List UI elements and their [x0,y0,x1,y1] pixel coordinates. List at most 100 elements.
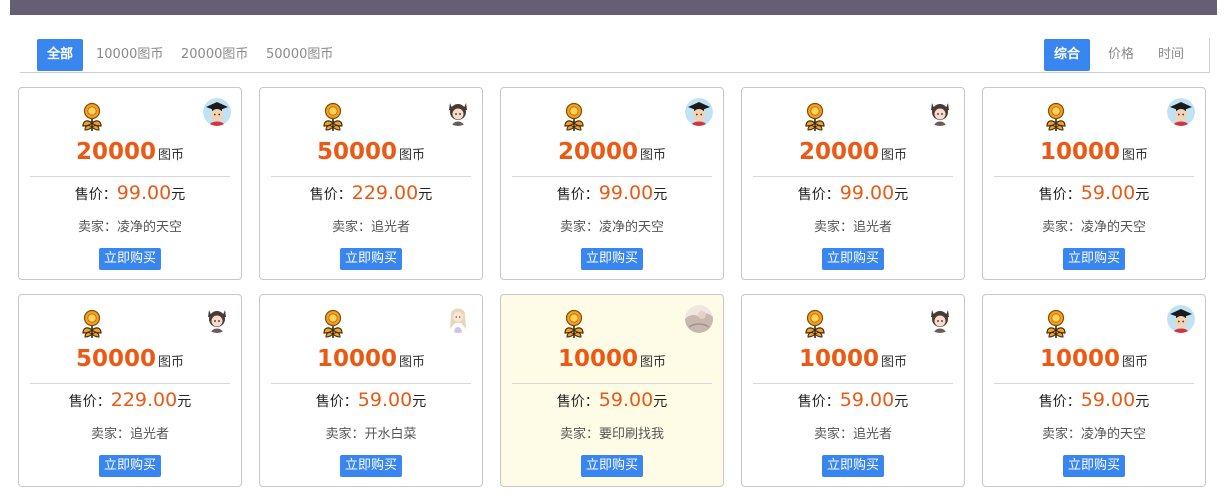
graduate-avatar[interactable] [1167,98,1195,126]
seller-name: 开水白菜 [364,427,417,442]
buy-now-button[interactable]: 立即购买 [1062,248,1126,270]
price-line: 售价：59.00元 [983,182,1205,204]
amount-value: 20000 [75,139,156,165]
price-line: 售价：99.00元 [19,182,241,204]
seller-name: 追光者 [130,427,170,442]
amount-unit: 图币 [881,355,908,370]
seller-line: 卖家：要印刷找我 [501,423,723,442]
seller-label: 卖家： [559,220,599,235]
currency-label: 元 [418,187,433,203]
price-line: 售价：229.00元 [19,389,241,411]
coin-icon [1046,309,1066,338]
seller-line: 卖家：追光者 [742,216,964,235]
currency-label: 元 [894,394,909,410]
coin-amount: 10000 图币 [983,346,1205,372]
buy-now-button[interactable]: 立即购买 [580,455,644,477]
seller-label: 卖家： [813,427,853,442]
cat-girl-avatar[interactable] [444,98,472,126]
tab-50000[interactable]: 50000图币 [258,39,341,71]
amount-unit: 图币 [881,148,908,163]
price-line: 售价：59.00元 [260,389,482,411]
seller-label: 卖家： [90,427,130,442]
price-line: 售价：59.00元 [742,389,964,411]
coin-icon [805,309,825,338]
card-divider [30,176,230,177]
seller-name: 凌净的天空 [1081,220,1147,235]
amount-value: 20000 [798,139,879,165]
card-divider [271,176,471,177]
listing-card: 10000 图币 售价：59.00元 卖家：开水白菜 立即购买 [259,294,483,487]
coin-amount: 20000 图币 [501,139,723,165]
tab-all[interactable]: 全部 [37,39,83,71]
coin-amount: 10000 图币 [501,346,723,372]
amount-value: 10000 [316,346,397,372]
price-value: 59.00 [839,389,895,411]
amount-unit: 图币 [158,355,185,370]
card-divider [753,383,953,384]
buy-now-button[interactable]: 立即购买 [339,455,403,477]
buy-now-button[interactable]: 立即购买 [339,248,403,270]
seller-label: 卖家： [559,427,599,442]
amount-value: 50000 [316,139,397,165]
amount-unit: 图币 [399,355,426,370]
price-label: 售价： [797,394,840,410]
anime-girl-avatar[interactable] [444,305,472,333]
seller-name: 凌净的天空 [1081,427,1147,442]
cat-girl-avatar[interactable] [926,305,954,333]
buy-now-button[interactable]: 立即购买 [821,248,885,270]
price-value: 229.00 [110,389,178,411]
card-divider [994,176,1194,177]
graduate-avatar[interactable] [1167,305,1195,333]
card-divider [30,383,230,384]
buy-now-button[interactable]: 立即购买 [1062,455,1126,477]
price-line: 售价：59.00元 [983,389,1205,411]
currency-label: 元 [177,394,192,410]
amount-unit: 图币 [640,355,667,370]
cat-girl-avatar[interactable] [203,305,231,333]
price-value: 59.00 [598,389,654,411]
graduate-avatar[interactable] [203,98,231,126]
amount-unit: 图币 [1122,148,1149,163]
seller-line: 卖家：追光者 [742,423,964,442]
seller-label: 卖家： [1041,220,1081,235]
coin-amount: 10000 图币 [260,346,482,372]
amount-unit: 图币 [399,148,426,163]
seller-name: 追光者 [853,427,893,442]
amount-unit: 图币 [640,148,667,163]
price-label: 售价： [1038,394,1081,410]
photo-avatar[interactable] [685,305,713,333]
price-value: 229.00 [351,182,419,204]
price-value: 59.00 [1080,182,1136,204]
seller-name: 追光者 [853,220,893,235]
tab-20000[interactable]: 20000图币 [173,39,256,71]
seller-line: 卖家：凌净的天空 [19,216,241,235]
seller-line: 卖家：追光者 [260,216,482,235]
sort-tab-time[interactable]: 时间 [1150,39,1192,71]
listing-card: 10000 图币 售价：59.00元 卖家：凌净的天空 立即购买 [982,87,1206,280]
buy-now-button[interactable]: 立即购买 [98,248,162,270]
coin-amount: 50000 图币 [260,139,482,165]
graduate-avatar[interactable] [685,98,713,126]
coin-icon [82,309,102,338]
listing-card: 50000 图币 售价：229.00元 卖家：追光者 立即购买 [259,87,483,280]
sort-tab-overall[interactable]: 综合 [1044,39,1090,71]
tab-10000[interactable]: 10000图币 [88,39,171,71]
sort-tab-price[interactable]: 价格 [1100,39,1142,71]
price-line: 售价：99.00元 [742,182,964,204]
coin-amount: 50000 图币 [19,346,241,372]
coin-amount: 20000 图币 [19,139,241,165]
listing-card: 10000 图币 售价：59.00元 卖家：要印刷找我 立即购买 [500,294,724,487]
buy-now-button[interactable]: 立即购买 [98,455,162,477]
amount-unit: 图币 [158,148,185,163]
seller-line: 卖家：开水白菜 [260,423,482,442]
coin-icon [564,309,584,338]
price-value: 59.00 [357,389,413,411]
buy-now-button[interactable]: 立即购买 [821,455,885,477]
coin-icon [564,102,584,131]
buy-now-button[interactable]: 立即购买 [580,248,644,270]
card-divider [512,383,712,384]
cat-girl-avatar[interactable] [926,98,954,126]
currency-label: 元 [1135,187,1150,203]
price-label: 售价： [797,187,840,203]
top-header-bar [10,0,1217,15]
